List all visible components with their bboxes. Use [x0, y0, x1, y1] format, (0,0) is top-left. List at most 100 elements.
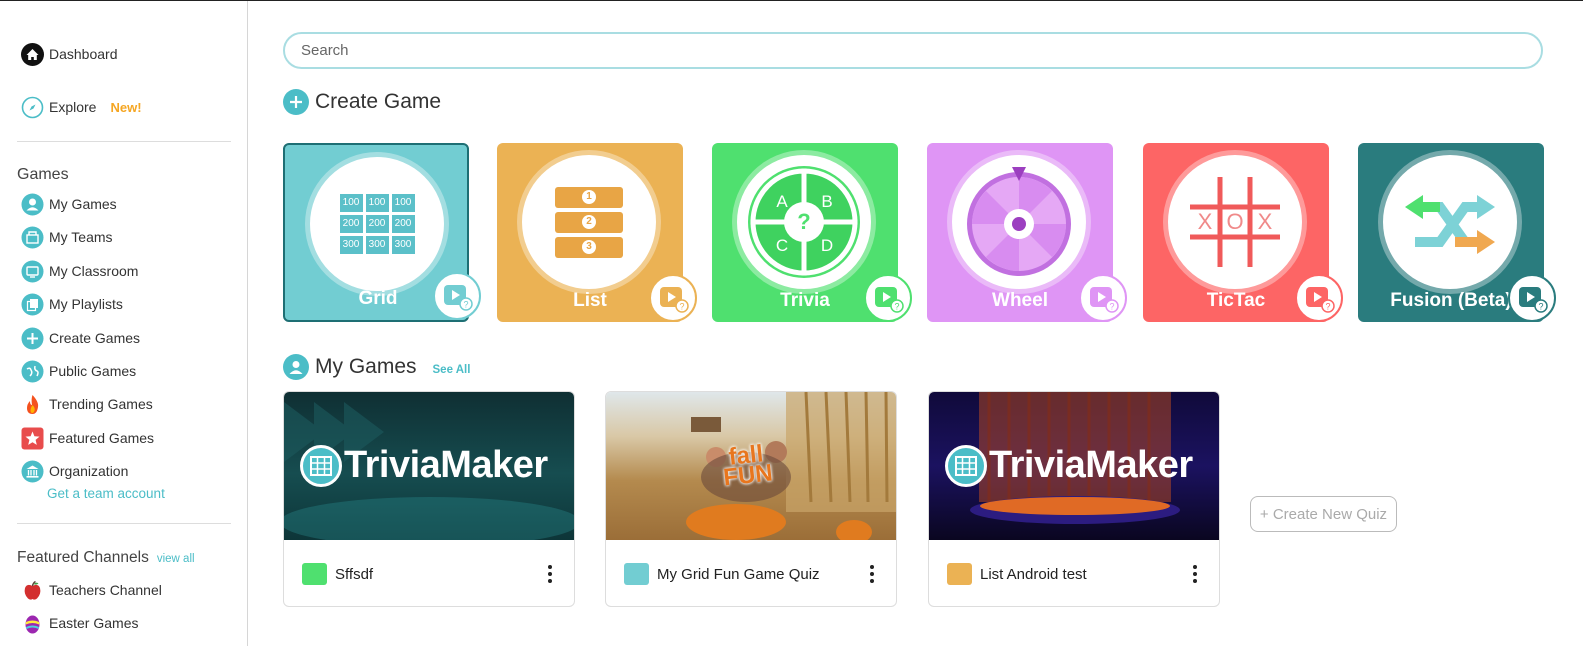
game-card[interactable]: TriviaMaker Sffsdf	[283, 391, 575, 607]
tutorial-video-button[interactable]: ?	[864, 274, 912, 322]
see-all-link[interactable]: See All	[433, 364, 471, 376]
more-options-icon[interactable]	[542, 562, 558, 586]
sidebar-item-organization[interactable]: Organization	[21, 458, 128, 484]
sidebar-item-label: Organization	[49, 463, 129, 479]
video-help-icon: ?	[1519, 287, 1548, 313]
apple-icon	[21, 579, 44, 602]
game-type-list[interactable]: 1 2 3 List ?	[497, 143, 697, 322]
tutorial-video-button[interactable]: ?	[1079, 274, 1127, 322]
easter-egg-icon	[21, 612, 44, 635]
sidebar-item-public-games[interactable]: Public Games	[21, 358, 136, 384]
game-title: Sffsdf	[335, 565, 374, 583]
video-help-icon: ?	[660, 287, 689, 313]
sidebar-item-featured-games[interactable]: Featured Games	[21, 425, 154, 451]
game-card[interactable]: TriviaMaker List Android test	[928, 391, 1220, 607]
sidebar-item-label: My Playlists	[49, 296, 123, 312]
home-icon	[21, 42, 44, 66]
game-thumbnail: fall FUN	[606, 392, 896, 540]
svg-text:?: ?	[463, 300, 468, 310]
svg-text:?: ?	[1109, 302, 1114, 312]
sidebar-item-label: Public Games	[49, 363, 137, 379]
sidebar-divider	[17, 523, 231, 524]
trivia-letter: C	[776, 236, 788, 255]
sidebar-item-label: Explore	[49, 99, 97, 115]
list-number: 1	[582, 190, 596, 204]
create-game-heading: Create Game	[283, 89, 441, 115]
tutorial-video-button[interactable]: ?	[1508, 274, 1556, 322]
trivia-illustration: A B C D ?	[737, 155, 871, 289]
sidebar-item-label: My Teams	[49, 229, 113, 245]
get-team-account-link[interactable]: Get a team account	[47, 486, 165, 501]
tutorial-video-button[interactable]: ?	[1295, 274, 1343, 322]
channel-teachers[interactable]: Teachers Channel	[21, 577, 162, 603]
search-input[interactable]	[283, 32, 1543, 69]
create-new-quiz-button[interactable]: + Create New Quiz	[1250, 496, 1397, 532]
grid-cell: 300	[339, 236, 363, 254]
sidebar: Dashboard Explore New! Games My Games My…	[0, 1, 248, 646]
grid-cell: 300	[365, 236, 389, 254]
grid-cell: 200	[365, 215, 389, 233]
game-card[interactable]: fall FUN My Grid Fun Game Quiz	[605, 391, 897, 607]
game-thumbnail: TriviaMaker	[284, 392, 574, 540]
games-heading: Games	[17, 166, 69, 183]
compass-icon	[21, 96, 44, 119]
game-title: My Grid Fun Game Quiz	[657, 565, 820, 583]
classroom-icon	[21, 260, 44, 283]
trivia-letter: D	[821, 236, 833, 255]
sidebar-item-explore[interactable]: Explore New!	[21, 94, 142, 120]
list-row: 2	[555, 211, 623, 233]
game-type-fusion[interactable]: Fusion (Beta) ?	[1358, 143, 1556, 322]
featured-channels-heading: Featured Channels view all	[17, 549, 195, 567]
channels-view-all-link[interactable]: view all	[157, 553, 195, 565]
fusion-illustration	[1383, 155, 1517, 289]
sidebar-item-label: My Games	[49, 196, 117, 212]
svg-text:?: ?	[1325, 302, 1330, 312]
game-type-grid[interactable]: 100 100 100 200 200 200 300 300 300 Grid…	[283, 143, 481, 322]
channel-easter[interactable]: Easter Games	[21, 610, 138, 636]
playlist-icon	[21, 293, 44, 316]
sidebar-item-label: Featured Games	[49, 430, 155, 446]
trivia-letter: A	[776, 192, 788, 211]
tutorial-video-button[interactable]: ?	[649, 274, 697, 322]
grid-cell: 200	[391, 215, 415, 233]
sidebar-item-label: My Classroom	[49, 263, 139, 279]
my-games-title: My Games	[315, 355, 417, 378]
grid-cell: 100	[339, 194, 363, 212]
grid-type-icon	[302, 563, 327, 585]
game-card-footer: My Grid Fun Game Quiz	[606, 540, 896, 606]
sidebar-item-trending-games[interactable]: Trending Games	[21, 391, 153, 417]
video-help-icon: ?	[875, 287, 904, 313]
tutorial-video-button[interactable]: ?	[433, 272, 481, 320]
sidebar-item-my-classroom[interactable]: My Classroom	[21, 258, 138, 284]
user-icon	[283, 354, 309, 380]
sidebar-item-label: Easter Games	[49, 615, 139, 631]
svg-text:?: ?	[1538, 302, 1543, 312]
more-options-icon[interactable]	[1187, 562, 1203, 586]
sidebar-item-my-games[interactable]: My Games	[21, 191, 117, 217]
grid-cell: 300	[391, 236, 415, 254]
game-type-wheel[interactable]: Wheel ?	[927, 143, 1127, 322]
game-type-trivia[interactable]: A B C D ? Trivia ?	[712, 143, 912, 322]
grid-cell: 200	[339, 215, 363, 233]
grid-logo-icon	[945, 444, 987, 487]
list-type-icon	[947, 563, 972, 585]
sidebar-item-dashboard[interactable]: Dashboard	[21, 41, 118, 67]
sidebar-item-my-teams[interactable]: My Teams	[21, 224, 113, 250]
grid-type-icon	[624, 563, 649, 585]
triviamaker-logo: TriviaMaker	[300, 444, 548, 487]
globe-icon	[21, 360, 44, 383]
user-icon	[21, 193, 44, 216]
game-thumbnail: TriviaMaker	[929, 392, 1219, 540]
list-row: 3	[555, 236, 623, 258]
svg-text:?: ?	[894, 302, 899, 312]
sidebar-item-my-playlists[interactable]: My Playlists	[21, 291, 123, 317]
game-card-footer: Sffsdf	[284, 540, 574, 606]
list-number: 2	[582, 215, 596, 229]
game-type-tictac[interactable]: X O X TicTac ?	[1143, 143, 1343, 322]
star-icon	[21, 427, 44, 450]
sidebar-item-label: Dashboard	[49, 46, 118, 62]
tictac-illustration: X O X	[1168, 155, 1302, 289]
brand-name: TriviaMaker	[344, 444, 548, 486]
sidebar-item-create-games[interactable]: Create Games	[21, 325, 140, 351]
more-options-icon[interactable]	[864, 562, 880, 586]
